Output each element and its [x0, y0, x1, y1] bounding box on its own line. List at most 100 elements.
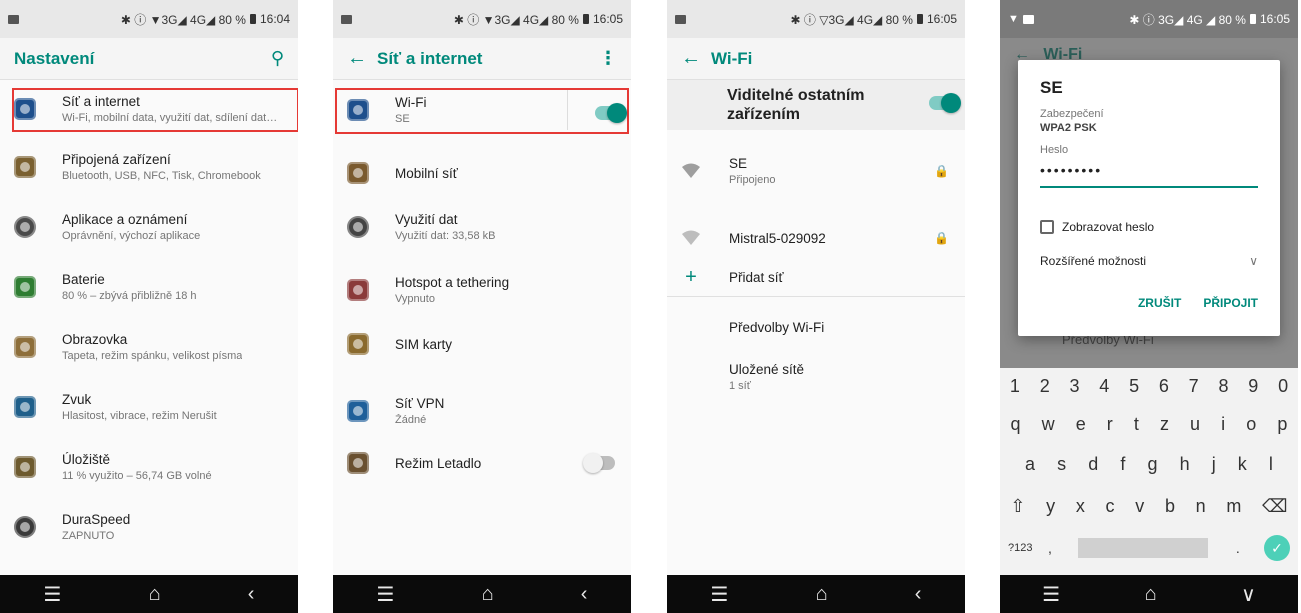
network-item-hotspot[interactable]: Hotspot a tethering Vypnuto	[333, 275, 631, 305]
wifi-preferences-item[interactable]: Předvolby Wi-Fi	[667, 320, 965, 335]
key[interactable]: 2	[1040, 376, 1050, 397]
more-icon[interactable]: ⋮	[599, 48, 617, 69]
item-subtitle: Žádné	[395, 414, 427, 426]
shift-icon[interactable]: ⇧	[1010, 496, 1025, 517]
home-icon[interactable]: ⌂	[149, 583, 161, 606]
key[interactable]: 7	[1189, 376, 1199, 397]
show-password-row[interactable]: Zobrazovat heslo	[1040, 220, 1258, 234]
lock-icon: 🔒	[934, 231, 949, 245]
visible-toggle[interactable]	[929, 93, 961, 113]
wifi-network-se[interactable]: SE Připojeno 🔒	[667, 156, 965, 186]
add-network-item[interactable]: + Přidat síť	[667, 266, 965, 289]
key[interactable]: b	[1165, 496, 1175, 517]
key[interactable]: s	[1057, 454, 1066, 475]
key[interactable]: i	[1221, 414, 1225, 435]
key[interactable]: m	[1226, 496, 1241, 517]
cancel-button[interactable]: ZRUŠIT	[1138, 296, 1181, 310]
network-item-data-usage[interactable]: Využití dat Využití dat: 33,58 kB	[333, 212, 631, 242]
app-bar: ← Wi-Fi	[667, 38, 965, 80]
key[interactable]: x	[1076, 496, 1085, 517]
settings-item-sound[interactable]: Zvuk Hlasitost, vibrace, režim Nerušit	[0, 392, 298, 422]
back-arrow-icon[interactable]: ←	[681, 47, 711, 70]
menu-icon[interactable]: ☰	[711, 582, 729, 607]
home-icon[interactable]: ⌂	[1145, 583, 1157, 606]
battery-settings-icon	[14, 276, 36, 298]
key[interactable]: l	[1269, 454, 1273, 475]
network-item-mobile[interactable]: Mobilní síť	[333, 162, 631, 184]
key[interactable]: 0	[1278, 376, 1288, 397]
key[interactable]: f	[1120, 454, 1125, 475]
key[interactable]: p	[1277, 414, 1287, 435]
settings-item-apps[interactable]: Aplikace a oznámení Oprávnění, výchozí ap…	[0, 212, 298, 242]
item-title: Hotspot a tethering	[395, 275, 510, 290]
keyboard: 1234567890 qwertzuiop a s d f g h j k l ⇧ yxcvbn…	[1000, 368, 1298, 575]
key[interactable]: 3	[1069, 376, 1079, 397]
show-password-checkbox[interactable]	[1040, 220, 1054, 234]
key[interactable]: 5	[1129, 376, 1139, 397]
menu-icon[interactable]: ☰	[44, 582, 62, 607]
comma-key[interactable]: ,	[1048, 540, 1052, 556]
network-icon	[14, 98, 36, 120]
key[interactable]: k	[1238, 454, 1247, 475]
key[interactable]: u	[1190, 414, 1200, 435]
key[interactable]: 1	[1010, 376, 1020, 397]
key[interactable]: a	[1025, 454, 1035, 475]
airplane-toggle[interactable]	[583, 453, 615, 473]
menu-icon[interactable]: ☰	[1042, 582, 1060, 607]
key[interactable]: 8	[1218, 376, 1228, 397]
search-icon[interactable]: ⚲	[271, 48, 284, 69]
settings-item-duraspeed[interactable]: DuraSpeed ZAPNUTO	[0, 512, 298, 542]
key[interactable]: v	[1135, 496, 1144, 517]
key[interactable]: 9	[1248, 376, 1258, 397]
settings-item-storage[interactable]: Úložiště 11 % využito – 56,74 GB volné	[0, 452, 298, 482]
period-key[interactable]: .	[1236, 540, 1240, 556]
nav-bar: ☰ ⌂ ‹	[0, 575, 298, 613]
key[interactable]: t	[1134, 414, 1139, 435]
done-check-icon[interactable]: ✓	[1264, 535, 1290, 561]
key[interactable]: q	[1011, 414, 1021, 435]
menu-icon[interactable]: ☰	[377, 582, 395, 607]
image-notification-icon	[1022, 14, 1034, 24]
key[interactable]: h	[1180, 454, 1190, 475]
password-input[interactable]: •••••••••	[1040, 162, 1258, 188]
keyboard-row-3: ⇧ yxcvbnm ⌫	[1000, 496, 1298, 517]
key[interactable]: z	[1160, 414, 1169, 435]
connect-button[interactable]: PŘIPOJIT	[1203, 296, 1258, 310]
settings-list: Síť a internet Wi-Fi, mobilní data, využi…	[0, 80, 298, 575]
settings-item-display[interactable]: Obrazovka Tapeta, režim spánku, velikost …	[0, 332, 298, 362]
back-arrow-icon[interactable]: ←	[347, 47, 377, 70]
advanced-options-row[interactable]: Rozšířené možnosti ∨	[1040, 254, 1258, 268]
item-title: Zvuk	[62, 392, 92, 407]
key[interactable]: w	[1042, 414, 1055, 435]
hide-keyboard-icon[interactable]: ∨	[1241, 582, 1256, 607]
key[interactable]: e	[1076, 414, 1086, 435]
settings-item-network[interactable]: Síť a internet Wi-Fi, mobilní data, využi…	[0, 94, 298, 124]
space-key[interactable]	[1077, 538, 1208, 558]
wifi-toggle[interactable]	[595, 103, 627, 123]
network-item-vpn[interactable]: Síť VPN Žádné	[333, 396, 631, 426]
settings-item-devices[interactable]: Připojená zařízení Bluetooth, USB, NFC, T…	[0, 152, 298, 182]
back-icon[interactable]: ‹	[915, 583, 922, 606]
backspace-icon[interactable]: ⌫	[1262, 496, 1287, 517]
network-item-sim[interactable]: SIM karty	[333, 333, 631, 355]
key[interactable]: g	[1147, 454, 1157, 475]
key[interactable]: d	[1088, 454, 1098, 475]
key[interactable]: n	[1196, 496, 1206, 517]
key[interactable]: 4	[1099, 376, 1109, 397]
settings-item-battery[interactable]: Baterie 80 % – zbývá přibližně 18 h	[0, 272, 298, 302]
key[interactable]: r	[1107, 414, 1113, 435]
back-icon[interactable]: ‹	[248, 583, 255, 606]
saved-networks-item[interactable]: Uložené sítě 1 síť	[667, 362, 965, 392]
key[interactable]: y	[1046, 496, 1055, 517]
network-item-wifi[interactable]: Wi-Fi SE	[333, 95, 631, 125]
item-title: Síť a internet	[62, 94, 140, 109]
key[interactable]: o	[1246, 414, 1256, 435]
wifi-network-mistral[interactable]: Mistral5-029092 🔒	[667, 228, 965, 248]
symbols-key[interactable]: ?123	[1008, 542, 1038, 554]
key[interactable]: c	[1106, 496, 1115, 517]
key[interactable]: 6	[1159, 376, 1169, 397]
key[interactable]: j	[1212, 454, 1216, 475]
back-icon[interactable]: ‹	[581, 583, 588, 606]
home-icon[interactable]: ⌂	[816, 583, 828, 606]
home-icon[interactable]: ⌂	[482, 583, 494, 606]
